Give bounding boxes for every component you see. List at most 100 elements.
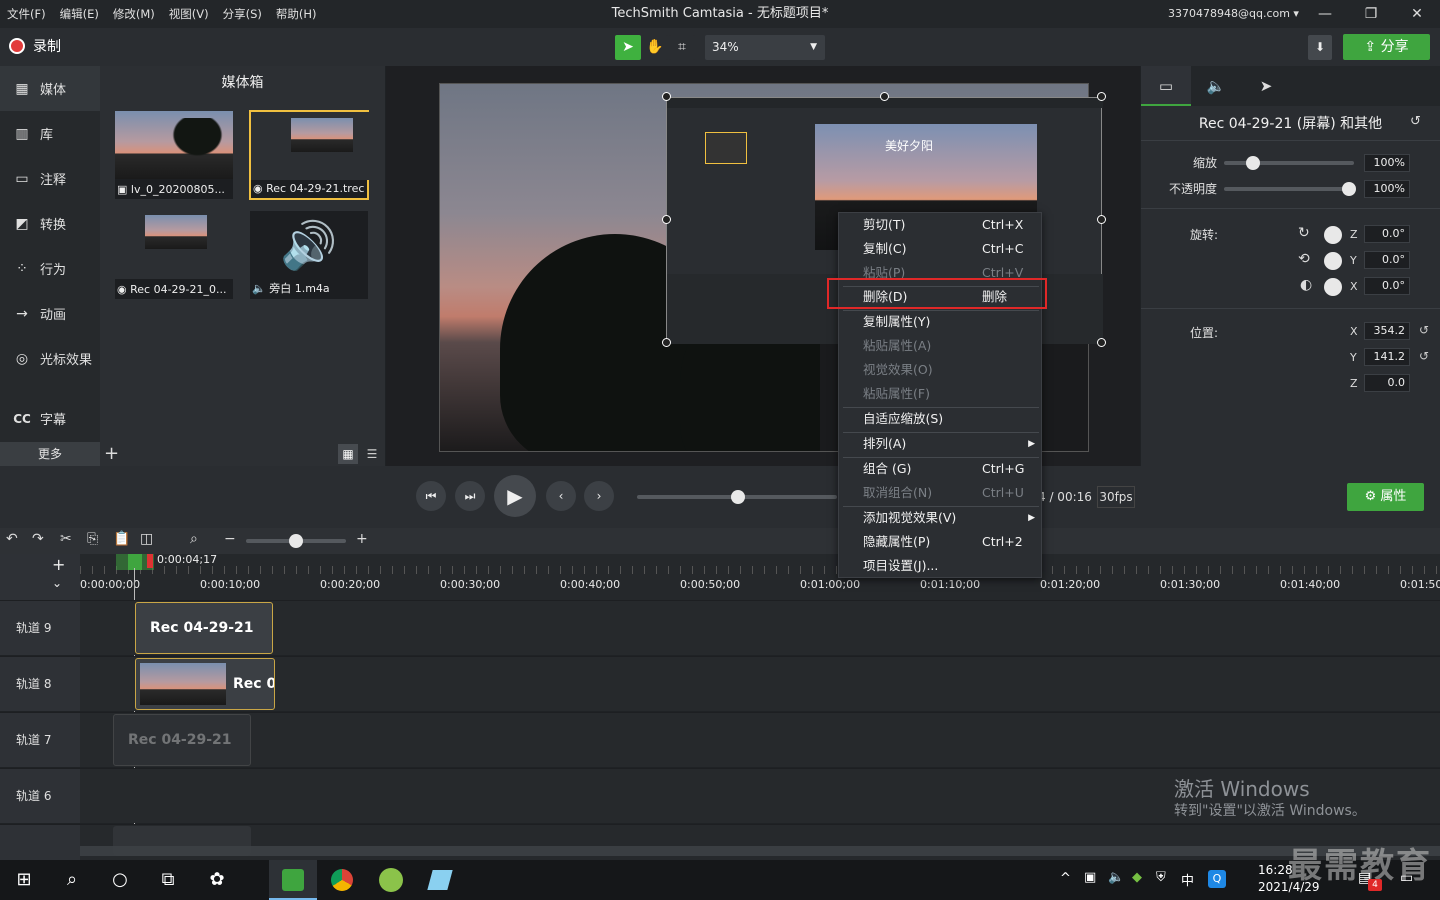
qq-icon[interactable]: Q: [1208, 870, 1226, 888]
menu-item-add-visual-effect[interactable]: 添加视觉效果(V) ▶: [839, 506, 1043, 530]
opacity-slider[interactable]: [1224, 187, 1354, 191]
undo-icon[interactable]: ↶: [6, 531, 18, 547]
tray-chevron-icon[interactable]: ^: [1060, 871, 1071, 886]
cut-icon[interactable]: ✂: [60, 531, 72, 547]
nav-media[interactable]: ▦ 媒体: [0, 66, 100, 111]
position-z-input[interactable]: 0.0: [1364, 374, 1410, 392]
select-tool-icon[interactable]: ➤: [615, 35, 641, 60]
split-icon[interactable]: ◫: [140, 531, 153, 547]
resize-handle[interactable]: [1097, 215, 1106, 224]
minimize-button[interactable]: —: [1302, 0, 1348, 28]
track-label[interactable]: 轨道 9: [0, 600, 80, 655]
add-media-button[interactable]: +: [104, 443, 119, 464]
app-icon[interactable]: ✿: [193, 860, 241, 900]
step-back-icon[interactable]: ⏮: [416, 481, 446, 511]
scrubber-knob[interactable]: [731, 490, 745, 504]
step-forward-icon[interactable]: ⏭: [455, 481, 485, 511]
notes-app-icon[interactable]: [416, 860, 464, 900]
volume-icon[interactable]: 🔈: [1108, 870, 1124, 885]
rotation-y-input[interactable]: 0.0°: [1364, 251, 1410, 269]
nav-transitions[interactable]: ◩ 转换: [0, 201, 100, 246]
menu-file[interactable]: 文件(F): [0, 0, 53, 28]
crop-tool-icon[interactable]: ⌗: [669, 35, 695, 60]
task-view-icon[interactable]: ⧉: [144, 860, 192, 900]
timeline-zoom-knob[interactable]: [289, 534, 303, 548]
windows-start-icon[interactable]: ⊞: [0, 860, 48, 900]
timeline-clip-ghost[interactable]: Rec 04-29-21: [113, 714, 251, 766]
menu-item-scale-to-fit[interactable]: 自适应缩放(S): [839, 407, 1043, 431]
menu-item-copy[interactable]: 复制(C) Ctrl+C: [839, 237, 1043, 261]
record-icon[interactable]: [9, 38, 25, 54]
track-label[interactable]: 轨道 7: [0, 712, 80, 767]
opacity-input[interactable]: 100%: [1364, 180, 1410, 198]
redo-icon[interactable]: ↷: [32, 531, 44, 547]
zoom-in-icon[interactable]: +: [356, 531, 368, 547]
resize-handle[interactable]: [1097, 338, 1106, 347]
cortana-icon[interactable]: ○: [96, 860, 144, 900]
rotation-y-dial[interactable]: [1324, 252, 1342, 270]
security-icon[interactable]: ⛨: [1156, 870, 1166, 885]
cursor-properties-tab[interactable]: ➤: [1241, 66, 1291, 106]
menu-item-copy-properties[interactable]: 复制属性(Y): [839, 310, 1043, 334]
nav-captions[interactable]: CC 字幕: [0, 396, 100, 441]
timeline-clip[interactable]: Rec 04-29-21: [135, 602, 273, 654]
resize-handle[interactable]: [880, 92, 889, 101]
media-item[interactable]: 🔊 🔈 旁白 1.m4a: [249, 210, 369, 300]
menu-edit[interactable]: 编辑(E): [53, 0, 106, 28]
scale-slider-knob[interactable]: [1246, 156, 1260, 170]
menu-modify[interactable]: 修改(M): [106, 0, 162, 28]
chrome-icon[interactable]: [318, 860, 366, 900]
record-button[interactable]: 录制: [33, 36, 61, 56]
paste-icon[interactable]: 📋: [113, 531, 130, 547]
pan-tool-icon[interactable]: ✋: [642, 35, 668, 60]
network-icon[interactable]: ▣: [1084, 870, 1096, 885]
nav-library[interactable]: ▥ 库: [0, 111, 100, 156]
notification-center-icon[interactable]: ▭: [1400, 870, 1413, 886]
nav-behaviors[interactable]: ⁘ 行为: [0, 246, 100, 291]
nav-animations[interactable]: → 动画: [0, 291, 100, 336]
menu-share[interactable]: 分享(S): [216, 0, 269, 28]
rotation-z-dial[interactable]: [1324, 226, 1342, 244]
resize-handle[interactable]: [662, 215, 671, 224]
track-label[interactable]: 轨道 8: [0, 656, 80, 711]
ime-indicator[interactable]: 中: [1181, 870, 1194, 889]
download-icon[interactable]: ⬇: [1308, 35, 1332, 60]
melon-app-icon[interactable]: [367, 860, 415, 900]
resize-handle[interactable]: [662, 338, 671, 347]
play-icon[interactable]: ▶: [494, 475, 536, 517]
media-item-selected[interactable]: ◉ Rec 04-29-21.trec: [249, 110, 369, 200]
track-label[interactable]: 轨道 6: [0, 768, 80, 823]
menu-item-group[interactable]: 组合 (G) Ctrl+G: [839, 457, 1043, 481]
rotation-z-input[interactable]: 0.0°: [1364, 225, 1410, 243]
track-label-partial[interactable]: [0, 824, 80, 860]
scale-input[interactable]: 100%: [1364, 154, 1410, 172]
share-button[interactable]: ⇪ 分享: [1343, 34, 1430, 60]
properties-button[interactable]: ⚙ 属性: [1347, 483, 1424, 511]
audio-properties-tab[interactable]: 🔈: [1191, 66, 1241, 106]
reset-x-icon[interactable]: ↺: [1419, 323, 1429, 337]
nav-cursor-effects[interactable]: ◎ 光标效果: [0, 336, 100, 381]
playhead[interactable]: [128, 554, 142, 570]
camtasia-taskbar-icon[interactable]: [269, 860, 317, 900]
add-track-icon[interactable]: +: [52, 555, 65, 574]
menu-view[interactable]: 视图(V): [162, 0, 216, 28]
nvidia-icon[interactable]: ◆: [1132, 870, 1142, 885]
menu-item-cut[interactable]: 剪切(T) Ctrl+X: [839, 213, 1043, 237]
list-view-icon[interactable]: ☰: [362, 444, 382, 464]
position-y-input[interactable]: 141.2: [1364, 348, 1410, 366]
position-x-input[interactable]: 354.2: [1364, 322, 1410, 340]
copy-icon[interactable]: ⎘: [87, 531, 98, 547]
rotation-x-input[interactable]: 0.0°: [1364, 277, 1410, 295]
rotation-x-dial[interactable]: [1324, 278, 1342, 296]
timeline-clip[interactable]: Rec 04: [135, 658, 275, 710]
menu-help[interactable]: 帮助(H): [269, 0, 324, 28]
scale-slider[interactable]: [1224, 161, 1354, 165]
menu-item-project-settings[interactable]: 项目设置(J)...: [839, 554, 1043, 578]
nav-annotations[interactable]: ▭ 注释: [0, 156, 100, 201]
next-marker-icon[interactable]: ›: [584, 481, 614, 511]
resize-handle[interactable]: [1097, 92, 1106, 101]
resize-handle[interactable]: [662, 92, 671, 101]
account-menu[interactable]: 3370478948@qq.com ▾: [1168, 0, 1299, 28]
menu-item-hide-properties[interactable]: 隐藏属性(P) Ctrl+2: [839, 530, 1043, 554]
opacity-slider-knob[interactable]: [1342, 182, 1356, 196]
